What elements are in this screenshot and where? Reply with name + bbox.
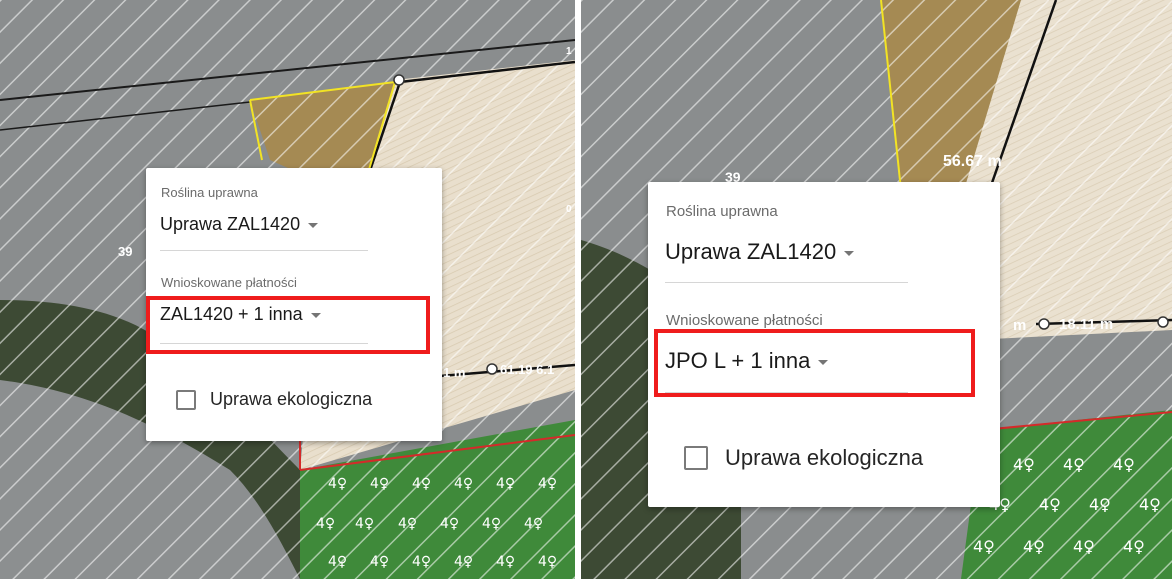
svg-text:4♀: 4♀ [1039, 495, 1061, 514]
svg-text:4♀: 4♀ [370, 476, 389, 492]
right-map-panel: 39 56.67 m 18.11 m m 4♀ 4♀ 4♀ 4♀ 4♀ 4♀ 4♀ 4♀ 4… [581, 0, 1172, 579]
svg-text:4♀: 4♀ [398, 516, 417, 532]
organic-checkbox-label: Uprawa ekologiczna [725, 445, 924, 470]
edge-number-label: 0 [566, 204, 572, 215]
svg-text:4♀: 4♀ [538, 476, 557, 492]
chevron-down-icon [310, 312, 321, 318]
payments-select-underline [160, 343, 368, 344]
organic-checkbox[interactable] [176, 389, 196, 410]
payments-select[interactable]: JPO L + 1 inna [665, 348, 829, 374]
svg-text:4♀: 4♀ [328, 476, 347, 492]
parcel-number-label: 39 [118, 244, 132, 259]
edge-number-label-2: 1 [566, 46, 572, 57]
svg-text:4♀: 4♀ [496, 554, 515, 570]
parcel-popup: Roślina uprawna Uprawa ZAL1420 Wnioskowa… [146, 168, 442, 441]
chevron-down-icon [818, 359, 829, 365]
organic-checkbox-row[interactable]: Uprawa ekologiczna [176, 389, 372, 410]
svg-text:4♀: 4♀ [412, 476, 431, 492]
payments-select-value: ZAL1420 + 1 inna [160, 304, 303, 324]
payments-label: Wnioskowane płatności [666, 312, 823, 329]
svg-text:4♀: 4♀ [1113, 455, 1135, 474]
crop-select-underline [160, 250, 368, 251]
crop-label: Roślina uprawna [666, 203, 778, 220]
chevron-down-icon [308, 222, 319, 228]
svg-text:4♀: 4♀ [1139, 495, 1161, 514]
organic-checkbox-row[interactable]: Uprawa ekologiczna [684, 445, 923, 471]
distance-label: 61.19 6.1 [500, 362, 554, 377]
svg-text:4♀: 4♀ [355, 516, 374, 532]
crop-select-underline [665, 282, 908, 283]
svg-text:4♀: 4♀ [370, 554, 389, 570]
payments-select-underline [665, 392, 908, 393]
svg-text:4♀: 4♀ [454, 554, 473, 570]
svg-text:4♀: 4♀ [1073, 537, 1095, 556]
svg-text:4♀: 4♀ [328, 554, 347, 570]
vertex-marker[interactable] [1157, 316, 1169, 328]
payments-select[interactable]: ZAL1420 + 1 inna [160, 304, 321, 325]
svg-text:4♀: 4♀ [412, 554, 431, 570]
crop-select-value: Uprawa ZAL1420 [665, 239, 837, 264]
distance-label-partial: m [1013, 317, 1026, 334]
svg-text:4♀: 4♀ [316, 516, 335, 532]
svg-text:4♀: 4♀ [1023, 537, 1045, 556]
vertex-marker[interactable] [486, 363, 498, 375]
parcel-popup: Roślina uprawna Uprawa ZAL1420 Wnioskowa… [648, 182, 1000, 507]
vertex-marker[interactable] [393, 74, 405, 86]
svg-text:4♀: 4♀ [482, 516, 501, 532]
svg-text:4♀: 4♀ [1063, 455, 1085, 474]
distance-label: 1 m [443, 365, 465, 380]
svg-text:4♀: 4♀ [973, 537, 995, 556]
organic-checkbox[interactable] [684, 446, 708, 470]
crop-select[interactable]: Uprawa ZAL1420 [665, 239, 855, 265]
svg-text:4♀: 4♀ [440, 516, 459, 532]
distance-label: 56.67 m [943, 153, 1002, 170]
svg-text:4♀: 4♀ [538, 554, 557, 570]
left-map-panel: 39 0 1 1 m 61.19 6.1 4♀ 4♀ 4♀ 4♀ 4♀ 4♀ 4♀ 4♀ 4♀… [0, 0, 575, 579]
payments-select-value: JPO L + 1 inna [665, 348, 811, 373]
svg-text:4♀: 4♀ [496, 476, 515, 492]
crop-select[interactable]: Uprawa ZAL1420 [160, 214, 319, 235]
svg-text:4♀: 4♀ [524, 516, 543, 532]
crop-select-value: Uprawa ZAL1420 [160, 214, 301, 234]
crop-label: Roślina uprawna [161, 185, 258, 200]
distance-label: 18.11 m [1059, 316, 1113, 333]
vertex-marker[interactable] [1038, 318, 1050, 330]
svg-text:4♀: 4♀ [1123, 537, 1145, 556]
svg-text:4♀: 4♀ [1089, 495, 1111, 514]
payments-label: Wnioskowane płatności [161, 275, 297, 290]
svg-text:4♀: 4♀ [454, 476, 473, 492]
svg-text:4♀: 4♀ [1013, 455, 1035, 474]
organic-checkbox-label: Uprawa ekologiczna [210, 389, 373, 409]
chevron-down-icon [844, 250, 855, 256]
